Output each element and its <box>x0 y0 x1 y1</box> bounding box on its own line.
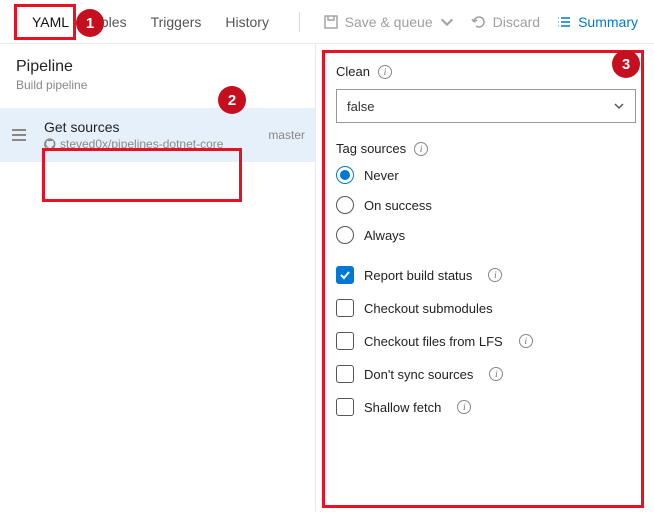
check-checkout-submodules[interactable]: Checkout submodules <box>336 299 636 317</box>
checkbox-icon <box>336 299 354 317</box>
info-icon[interactable]: i <box>488 268 502 282</box>
check-dont-sync-sources[interactable]: Don't sync sources i <box>336 365 636 383</box>
info-icon[interactable]: i <box>489 367 503 381</box>
chevron-down-icon <box>439 14 455 30</box>
check-report-build-status[interactable]: Report build status i <box>336 266 636 284</box>
radio-icon <box>336 226 354 244</box>
drag-handle-icon[interactable] <box>12 129 28 141</box>
step-branch: master <box>264 128 305 142</box>
callout-1: 1 <box>76 9 104 37</box>
step-title: Get sources <box>44 119 264 135</box>
list-icon <box>556 14 572 30</box>
clean-select[interactable]: false <box>336 89 636 123</box>
toolbar-actions: Save & queue Discard Summary <box>323 14 648 30</box>
settings-panel: Clean i false Tag sources i Never On suc… <box>316 44 654 512</box>
undo-icon <box>471 14 487 30</box>
tab-history[interactable]: History <box>213 4 281 39</box>
save-queue-button[interactable]: Save & queue <box>323 14 455 30</box>
tag-sources-radios: Never On success Always <box>336 166 636 244</box>
radio-never[interactable]: Never <box>336 166 636 184</box>
toolbar-divider <box>299 12 300 32</box>
radio-icon <box>336 196 354 214</box>
info-icon[interactable]: i <box>378 65 392 79</box>
radio-icon <box>336 166 354 184</box>
checkbox-icon <box>336 266 354 284</box>
chevron-down-icon <box>613 100 625 112</box>
tab-strip: YAML ables Triggers History <box>6 4 281 39</box>
left-pane: Pipeline Build pipeline Get sources stev… <box>0 44 316 512</box>
save-icon <box>323 14 339 30</box>
pipeline-title: Pipeline <box>16 58 299 76</box>
check-shallow-fetch[interactable]: Shallow fetch i <box>336 398 636 416</box>
tab-triggers[interactable]: Triggers <box>139 4 214 39</box>
pipeline-subtitle: Build pipeline <box>16 78 299 92</box>
radio-on-success[interactable]: On success <box>336 196 636 214</box>
step-repo: steved0x/pipelines-dotnet-core <box>60 137 223 151</box>
check-checkout-lfs[interactable]: Checkout files from LFS i <box>336 332 636 350</box>
callout-3: 3 <box>612 50 640 78</box>
checkbox-icon <box>336 365 354 383</box>
checkbox-icon <box>336 398 354 416</box>
get-sources-step[interactable]: Get sources steved0x/pipelines-dotnet-co… <box>0 108 315 162</box>
checkbox-icon <box>336 332 354 350</box>
checkbox-group: Report build status i Checkout submodule… <box>336 266 636 416</box>
callout-2: 2 <box>218 86 246 114</box>
info-icon[interactable]: i <box>519 334 533 348</box>
clean-label: Clean <box>336 64 370 79</box>
clean-value: false <box>347 99 374 114</box>
tag-sources-label: Tag sources <box>336 141 406 156</box>
github-icon <box>44 138 56 150</box>
tab-yaml[interactable]: YAML <box>20 4 81 39</box>
summary-button[interactable]: Summary <box>556 14 638 30</box>
info-icon[interactable]: i <box>414 142 428 156</box>
discard-button[interactable]: Discard <box>471 14 540 30</box>
info-icon[interactable]: i <box>457 400 471 414</box>
radio-always[interactable]: Always <box>336 226 636 244</box>
